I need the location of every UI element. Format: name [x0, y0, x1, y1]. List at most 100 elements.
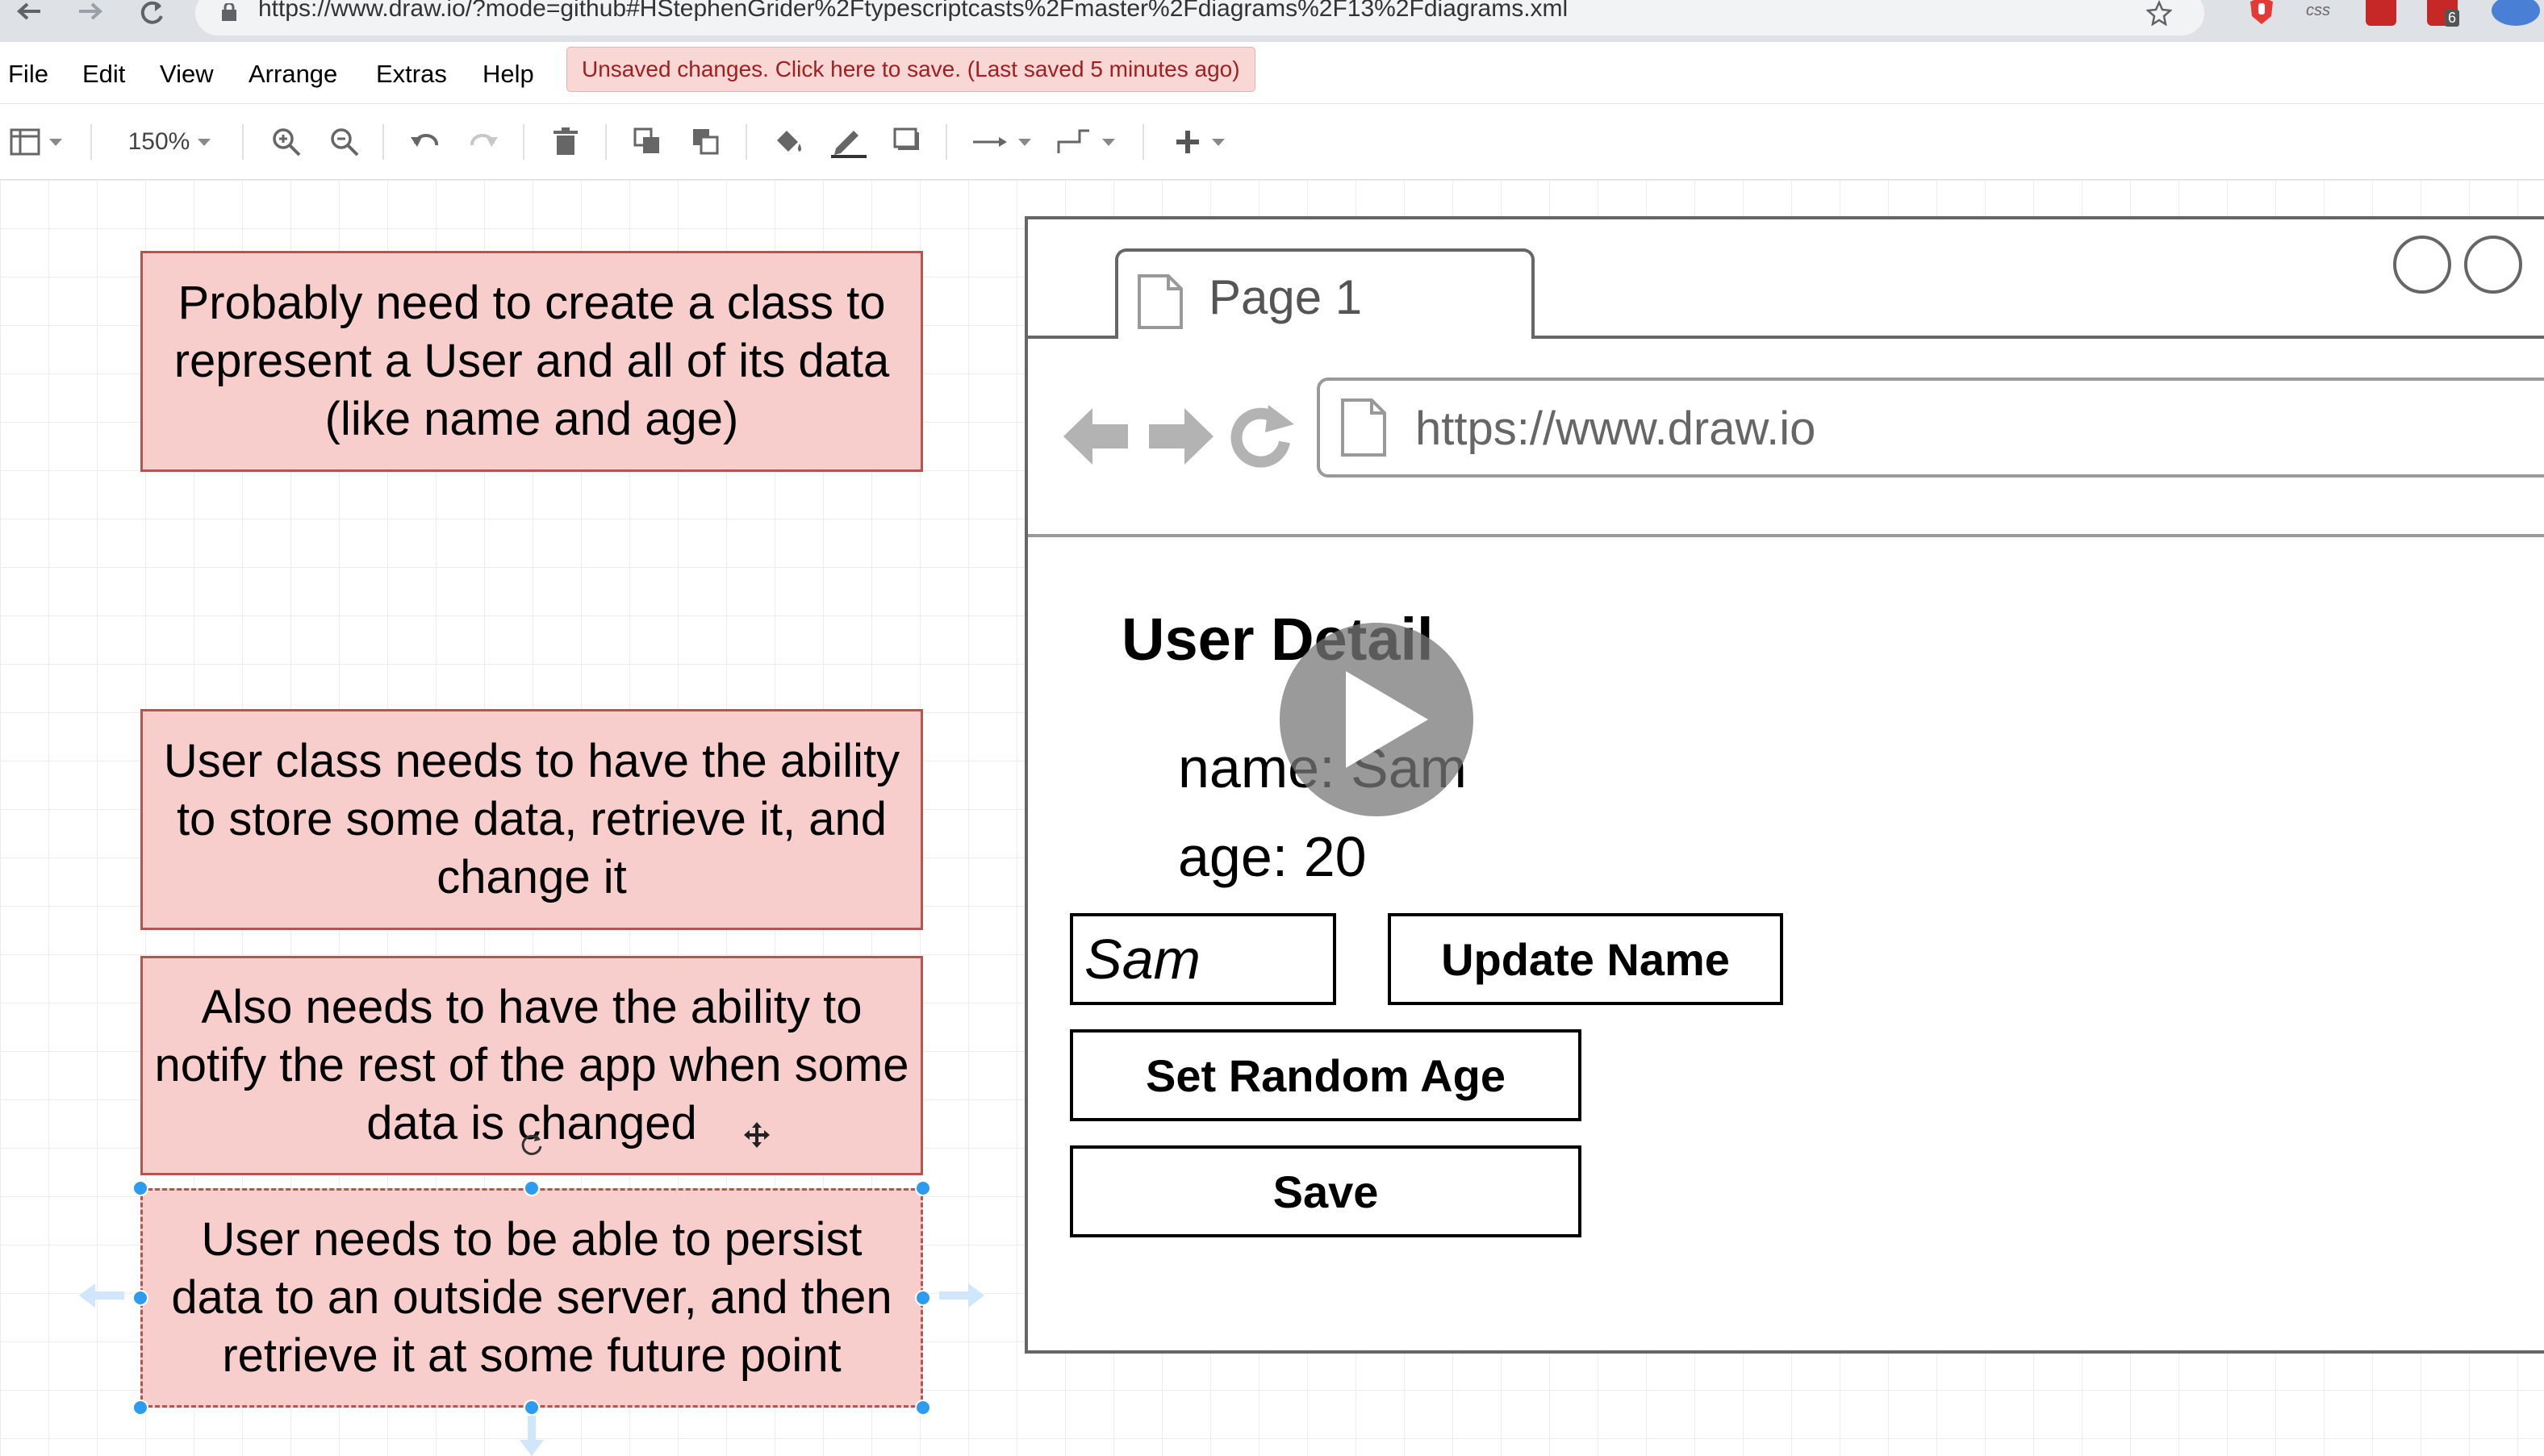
undo-icon	[411, 134, 439, 147]
resize-handle-nw[interactable]	[132, 1180, 148, 1196]
undo-button[interactable]	[405, 119, 445, 165]
extension-badge: 6	[2445, 10, 2460, 27]
paint-bucket-icon	[777, 131, 801, 152]
update-name-button[interactable]: Update Name	[1388, 913, 1783, 1005]
zoom-out-button[interactable]	[324, 119, 365, 165]
note-text: User class needs to have the ability to …	[163, 735, 900, 903]
name-input-value: Sam	[1084, 928, 1201, 991]
page-icon	[1138, 274, 1183, 329]
menu-extras[interactable]: Extras	[376, 60, 447, 89]
shadow-button[interactable]	[888, 119, 928, 165]
chevron-down-icon	[198, 138, 211, 146]
toolbar-divider	[746, 124, 747, 160]
back-icon[interactable]	[6, 0, 52, 32]
toolbar-divider	[1143, 124, 1144, 160]
page-icon	[1341, 398, 1386, 457]
resize-handle-n[interactable]	[524, 1180, 540, 1196]
mockup-forward-icon	[1149, 408, 1214, 465]
menu-bar: File Edit View Arrange Extras Help Unsav…	[0, 45, 2544, 104]
set-random-age-button[interactable]: Set Random Age	[1070, 1029, 1581, 1121]
dots-extension-icon[interactable]	[2366, 0, 2396, 26]
chevron-down-icon	[1212, 138, 1225, 146]
mockup-tab: Page 1	[1115, 248, 1535, 339]
reload-icon[interactable]	[129, 0, 174, 32]
bookmark-star-icon[interactable]	[2145, 0, 2173, 30]
url-text[interactable]: https://www.draw.io/?mode=github#HStephe…	[258, 0, 1568, 23]
menu-file[interactable]: File	[8, 60, 48, 89]
window-control-circle	[2393, 236, 2451, 294]
zoom-level: 150%	[127, 128, 190, 155]
plus-icon	[1176, 131, 1199, 153]
menu-help[interactable]: Help	[482, 60, 534, 89]
note-text: Probably need to create a class to repre…	[173, 277, 890, 445]
rotate-handle-icon[interactable]	[516, 1130, 545, 1159]
extension-icon[interactable]: 6	[2427, 0, 2460, 27]
toolbar-divider	[90, 124, 92, 160]
menu-arrange[interactable]: Arrange	[249, 60, 337, 89]
browser-chrome: https://www.draw.io/?mode=github#HStephe…	[0, 0, 2544, 42]
note-user-class[interactable]: Probably need to create a class to repre…	[140, 251, 923, 472]
lock-icon	[219, 2, 239, 27]
delete-button[interactable]	[545, 119, 586, 165]
line-color-button[interactable]	[826, 119, 871, 165]
mockup-back-icon	[1063, 408, 1128, 465]
resize-handle-e[interactable]	[915, 1290, 931, 1306]
zoom-select[interactable]: 150%	[113, 119, 226, 165]
chevron-down-icon	[1018, 138, 1031, 146]
resize-handle-ne[interactable]	[915, 1180, 931, 1196]
note-store-data[interactable]: User class needs to have the ability to …	[140, 709, 923, 930]
to-front-button[interactable]	[628, 119, 668, 165]
insert-button[interactable]	[1162, 119, 1234, 165]
move-cursor-icon	[744, 1122, 770, 1148]
resize-handle-se[interactable]	[915, 1400, 931, 1416]
user-age-line: age: 20	[1178, 825, 1367, 888]
menu-edit[interactable]: Edit	[82, 60, 125, 89]
fill-color-button[interactable]	[768, 119, 808, 165]
save-label: Save	[1272, 1166, 1379, 1217]
connect-arrow-down-icon[interactable]	[518, 1416, 545, 1456]
to-back-icon	[693, 129, 719, 155]
redo-button[interactable]	[463, 119, 503, 165]
zoom-out-icon	[331, 128, 359, 156]
mockup-nav-icons	[1063, 405, 1294, 468]
resize-handle-w[interactable]	[132, 1290, 148, 1306]
profile-avatar[interactable]	[2492, 0, 2540, 26]
redo-icon	[470, 134, 498, 147]
play-icon	[1346, 671, 1428, 768]
to-back-button[interactable]	[686, 119, 726, 165]
forward-icon[interactable]	[68, 0, 113, 32]
css-icon[interactable]: css	[2303, 0, 2333, 26]
name-input[interactable]: Sam	[1070, 913, 1336, 1005]
unsaved-changes-notice[interactable]: Unsaved changes. Click here to save. (La…	[566, 47, 1255, 92]
connect-arrow-left-icon[interactable]	[77, 1282, 126, 1309]
mockup-divider	[1028, 534, 2544, 537]
sidebar-layout-icon	[10, 128, 40, 156]
mockup-tab-band: Page 1	[1028, 219, 2544, 339]
format-panel-toggle[interactable]	[3, 119, 68, 165]
toolbar-divider	[946, 124, 947, 160]
set-random-age-label: Set Random Age	[1146, 1049, 1506, 1101]
mockup-tab-label: Page 1	[1209, 270, 1363, 324]
menu-view[interactable]: View	[160, 60, 214, 89]
browser-mockup-shape[interactable]: Page 1 https://www.draw.io User Detail n…	[1025, 216, 2544, 1354]
waypoints-button[interactable]	[1049, 119, 1122, 165]
resize-handle-sw[interactable]	[132, 1400, 148, 1416]
pencil-icon	[831, 131, 867, 158]
resize-handle-s[interactable]	[524, 1400, 540, 1416]
toolbar-divider	[382, 124, 384, 160]
toolbar: 150%	[0, 105, 2544, 180]
shadow-icon	[893, 127, 919, 150]
toolbar-divider	[523, 124, 524, 160]
video-play-button[interactable]	[1280, 623, 1473, 816]
adblock-icon[interactable]	[2246, 0, 2277, 26]
toolbar-divider	[605, 124, 607, 160]
zoom-in-button[interactable]	[266, 119, 307, 165]
connect-arrow-right-icon[interactable]	[938, 1282, 986, 1309]
connection-style-button[interactable]	[965, 119, 1038, 165]
update-name-label: Update Name	[1441, 933, 1730, 985]
note-text: Also needs to have the ability to notify…	[154, 981, 909, 1149]
note-persist[interactable]: User needs to be able to persist data to…	[140, 1188, 923, 1408]
chevron-down-icon	[49, 138, 62, 146]
to-front-icon	[633, 127, 659, 153]
save-button[interactable]: Save	[1070, 1145, 1581, 1237]
